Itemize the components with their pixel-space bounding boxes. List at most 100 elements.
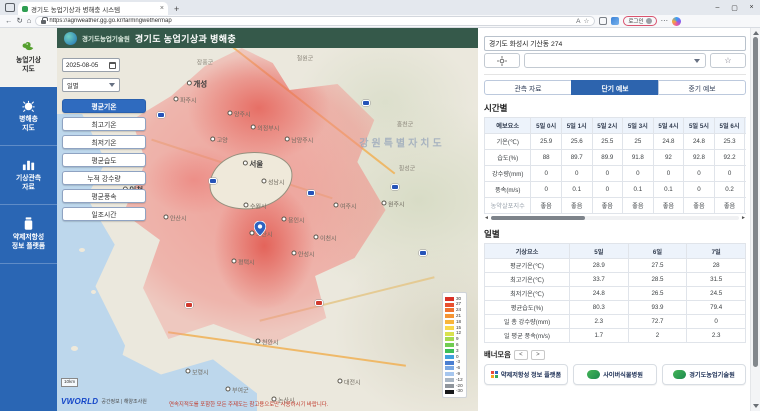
table-cell: 0.1 [561, 182, 592, 198]
url-bar[interactable]: https://agriweather.gg.go.kr/farmngwethe… [35, 16, 595, 26]
home-icon[interactable]: ⌂ [27, 17, 32, 25]
column-header: 5일 1시 [561, 118, 592, 134]
period-select[interactable]: 일별 [62, 78, 120, 92]
table-row: 기온(℃)25.925.625.52524.824.825.326 [485, 134, 747, 150]
table-cell: 88 [531, 150, 562, 166]
hscroll-thumb[interactable] [491, 216, 585, 220]
chevron-down-icon [694, 59, 700, 63]
copilot-icon[interactable] [672, 17, 681, 26]
table-cell: 0.1 [623, 182, 654, 198]
legend-value: 3 [456, 349, 459, 354]
new-tab-button[interactable]: + [174, 4, 179, 14]
hscroll-track[interactable] [491, 216, 739, 220]
vertical-scrollbar[interactable] [750, 28, 760, 411]
table-cell: 91.8 [623, 150, 654, 166]
collections-icon[interactable] [611, 17, 619, 25]
more-options-icon[interactable]: ⋯ [661, 17, 669, 25]
green-logo-icon [673, 370, 686, 379]
table-cell[interactable]: 좋음 [684, 198, 715, 214]
scroll-left-icon[interactable]: ◄ [484, 216, 489, 221]
favorite-star-icon[interactable]: ☆ [584, 17, 590, 25]
horizontal-scrollbar[interactable]: ◄ ► [484, 215, 746, 221]
legend-swatch [445, 355, 454, 359]
banner-prev-button[interactable]: < [514, 350, 528, 360]
table-cell[interactable]: 좋음 [623, 198, 654, 214]
search-button[interactable] [732, 35, 744, 46]
date-picker[interactable]: 2025-08-05 [62, 58, 120, 72]
location-marker-pin[interactable] [254, 221, 266, 241]
locate-button[interactable] [484, 53, 520, 68]
sidebar-item-1[interactable]: 병해충 지도 [0, 87, 57, 146]
table-cell: 25 [623, 134, 654, 150]
scroll-down-icon[interactable] [753, 404, 759, 408]
table-cell: 0 [745, 166, 746, 182]
close-button[interactable]: × [743, 4, 760, 11]
calendar-icon [109, 62, 116, 69]
maximize-button[interactable]: ▢ [726, 4, 743, 12]
split-screen-icon[interactable] [599, 17, 607, 25]
legend-value: -30 [456, 389, 463, 394]
table-cell[interactable]: 좋음 [714, 198, 745, 214]
legend-swatch [445, 297, 454, 301]
legend-swatch [445, 390, 454, 394]
login-button[interactable]: 로그인 [623, 16, 656, 26]
read-aloud-icon[interactable]: A [576, 18, 580, 25]
back-icon[interactable]: ← [5, 17, 13, 25]
table-cell[interactable]: 좋음 [531, 198, 562, 214]
row-label: 평균습도(%) [485, 301, 570, 315]
table-cell: 0.1 [653, 182, 684, 198]
scroll-right-icon[interactable]: ► [741, 216, 746, 221]
sidebar-item-0[interactable]: 농업기상 지도 [0, 28, 57, 87]
legend-value: -9 [456, 372, 460, 377]
layer-button-0[interactable]: 평균기온 [62, 99, 146, 113]
banner-0[interactable]: 약제저항성 정보 플랫폼 [484, 364, 568, 385]
tab-actions-icon[interactable] [5, 3, 15, 12]
layer-button-3[interactable]: 평균습도 [62, 153, 146, 167]
minimize-button[interactable]: – [709, 4, 726, 11]
panel-tab-1[interactable]: 단기 예보 [571, 80, 659, 95]
table-cell[interactable]: 좋음 [561, 198, 592, 214]
sidebar-item-2[interactable]: 기상관측 자료 [0, 146, 57, 205]
refresh-icon[interactable]: ↻ [17, 17, 23, 25]
scroll-up-icon[interactable] [753, 31, 759, 35]
bookmark-button[interactable]: ☆ [710, 53, 746, 68]
map-label: 여주시 [333, 202, 356, 211]
layer-button-5[interactable]: 평균풍속 [62, 189, 146, 203]
map-canvas[interactable]: 2025-08-05 일별 평균기온최고기온최저기온평균습도누적 강수량평균풍속… [57, 48, 478, 411]
app-content: 농업기상 지도병해충 지도기상관측 자료약제저항성 정보 플랫폼 경기도농업기술… [0, 28, 760, 411]
column-header: 5일 0시 [531, 118, 562, 134]
banner-1[interactable]: 사이버식물병원 [573, 364, 657, 385]
panel-tab-2[interactable]: 중기 예보 [658, 80, 746, 95]
column-header: 7일 [687, 244, 746, 259]
layer-button-2[interactable]: 최저기온 [62, 135, 146, 149]
table-cell: 24.5 [687, 287, 746, 301]
search-input[interactable] [484, 36, 746, 51]
hourly-table-wrap: 예보요소5일 0시5일 1시5일 2시5일 3시5일 4시5일 5시5일 6시5… [484, 117, 746, 214]
forecast-panel: ☆ 관측 자료단기 예보중기 예보 시간별 예보요소5일 0시5일 1시5일 2… [478, 28, 750, 411]
banner-row: 약제저항성 정보 플랫폼 사이버식물병원 경기도농업기술원 [484, 364, 746, 385]
table-cell[interactable]: 좋음 [592, 198, 623, 214]
banner-label: 사이버식물병원 [603, 370, 643, 379]
layer-button-6[interactable]: 일조시간 [62, 207, 146, 221]
table-cell[interactable]: 좋음 [745, 198, 746, 214]
table-cell: 2.3 [570, 315, 629, 329]
browser-navbar: ← ↻ ⌂ https://agriweather.gg.go.kr/farmn… [0, 15, 760, 28]
map-label: 성남시 [261, 178, 284, 187]
layer-buttons: 평균기온최고기온최저기온평균습도누적 강수량평균풍속일조시간 [62, 99, 146, 221]
map-label: 장풍군 [197, 58, 214, 67]
banner-2[interactable]: 경기도농업기술원 [662, 364, 746, 385]
browser-tab[interactable]: 경기도 농업기상과 병해충 시스템 × [18, 2, 168, 15]
legend-swatch [445, 303, 454, 307]
banner-next-button[interactable]: > [531, 350, 545, 360]
sidebar-item-3[interactable]: 약제저항성 정보 플랫폼 [0, 205, 57, 264]
table-cell[interactable]: 좋음 [653, 198, 684, 214]
layer-button-4[interactable]: 누적 강수량 [62, 171, 146, 185]
layer-button-1[interactable]: 최고기온 [62, 117, 146, 131]
map-header: 경기도농업기술원 경기도 농업기상과 병해충 [57, 28, 478, 48]
panel-tab-0[interactable]: 관측 자료 [484, 80, 572, 95]
tab-close-icon[interactable]: × [160, 5, 164, 12]
saved-location-select[interactable] [524, 53, 706, 68]
column-header: 예보요소 [485, 118, 531, 134]
sidebar-item-label: 농업기상 지도 [16, 57, 41, 75]
vscroll-thumb[interactable] [753, 37, 758, 367]
